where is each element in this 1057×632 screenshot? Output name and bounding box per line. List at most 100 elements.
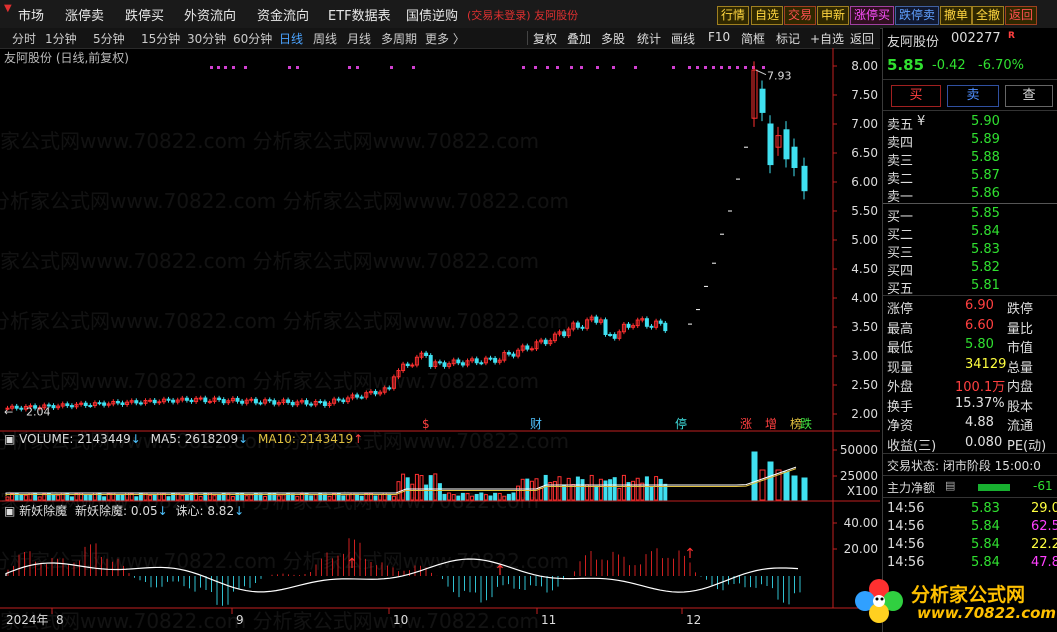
period-monthly[interactable]: 月线 — [347, 30, 371, 47]
price-change-pct: -6.70% — [978, 58, 1024, 73]
volume-bar — [759, 469, 766, 501]
volume-unit: X100 — [847, 484, 878, 498]
indicator-label2: 诛心: — [175, 504, 204, 518]
volume-bar — [575, 476, 580, 501]
kline-candle — [253, 398, 258, 404]
btn-quote[interactable]: 行情 — [717, 6, 750, 25]
period-weekly[interactable]: 周线 — [313, 30, 337, 47]
volume-bar — [359, 495, 364, 501]
stat-label: 涨停 — [887, 302, 914, 317]
tick-volume: 47.8 — [1031, 555, 1057, 570]
signal-dot — [210, 66, 213, 69]
kline-chart[interactable]: 分析家公式网www.70822.com 分析家公式网www.70822.com 分… — [0, 48, 880, 632]
menu-etf-table[interactable]: ETF数据表 — [328, 5, 391, 24]
period-multi[interactable]: 多周期 — [381, 30, 417, 47]
stat-label-2: 跌停 — [1007, 302, 1034, 317]
date-label: 2024年 — [6, 613, 49, 627]
kline-candle — [603, 319, 608, 335]
price-tick-label: 6.00 — [851, 175, 878, 189]
period-1min[interactable]: 1分钟 — [45, 30, 77, 47]
tool-overlay[interactable]: 叠加 — [567, 30, 591, 47]
volume-bar — [442, 493, 447, 501]
tool-draw[interactable]: 画线 — [671, 30, 695, 47]
currency-icon: ¥ — [917, 114, 926, 129]
tick-time: 14:56 — [887, 519, 925, 534]
menu-fund-flow[interactable]: 资金流向 — [257, 5, 309, 24]
btn-limit-up-buy[interactable]: 涨停买 — [850, 6, 895, 25]
kline-candle — [152, 399, 157, 404]
kline-candle — [341, 399, 346, 403]
volume-bar — [791, 475, 798, 501]
watermark-text: 分析家公式网www.70822.com 分析家公式网www.70822.com — [0, 249, 539, 273]
period-30min[interactable]: 30分钟 — [187, 30, 226, 47]
period-more[interactable]: 更多 〉 — [425, 30, 465, 47]
signal-dot — [356, 66, 359, 69]
volume-bar — [617, 487, 622, 501]
kline-candle — [387, 387, 392, 390]
menu-foreign-flow[interactable]: 外资流向 — [184, 5, 236, 24]
tool-f10[interactable]: F10 — [708, 30, 730, 44]
kline-candle — [217, 397, 222, 401]
signal-dot — [570, 66, 573, 69]
volume-bar — [166, 496, 171, 501]
period-timeshare[interactable]: 分时 — [12, 30, 36, 47]
query-button[interactable]: 查 — [1005, 85, 1053, 107]
btn-new-ipo[interactable]: 申新 — [817, 6, 850, 25]
price-tick-label: 2.00 — [851, 407, 878, 421]
buy-button[interactable]: 买 — [891, 85, 941, 107]
volume-bar — [69, 496, 74, 501]
kline-candle — [157, 401, 162, 404]
signal-dot — [596, 66, 599, 69]
btn-trade[interactable]: 交易 — [784, 6, 817, 25]
btn-limit-down-sell[interactable]: 跌停卖 — [895, 6, 940, 25]
volume-bar — [598, 478, 603, 501]
tool-mark[interactable]: 标记 — [776, 30, 800, 47]
volume-bar — [580, 479, 585, 501]
volume-bar — [387, 493, 392, 501]
period-60min[interactable]: 60分钟 — [233, 30, 272, 47]
btn-back-top[interactable]: 返回 — [1005, 6, 1038, 25]
signal-dot — [534, 66, 537, 69]
tool-add-watchlist[interactable]: +自选 — [810, 30, 844, 47]
menu-market[interactable]: 市场 — [18, 5, 44, 24]
trade-login-note[interactable]: (交易未登录) 友阿股份 — [467, 7, 578, 23]
period-5min[interactable]: 5分钟 — [93, 30, 125, 47]
kline-candle — [51, 405, 56, 409]
kline-candle — [83, 402, 88, 407]
volume-bar — [355, 493, 360, 501]
ask-label: 卖四 — [887, 136, 914, 151]
tool-back[interactable]: 返回 — [850, 30, 874, 47]
main-flow-icon[interactable]: ▤ — [945, 479, 955, 492]
tool-simple-frame[interactable]: 简框 — [741, 30, 765, 47]
kline-candle — [309, 403, 314, 406]
price-tick-label: 5.00 — [851, 233, 878, 247]
period-15min[interactable]: 15分钟 — [141, 30, 180, 47]
tick-time: 14:56 — [887, 537, 925, 552]
watermark-text: 分析家公式网www.70822.com 分析家公式网www.70822.com — [0, 369, 539, 393]
menu-limit-up-sell[interactable]: 涨停卖 — [65, 5, 104, 24]
btn-watchlist[interactable]: 自选 — [751, 6, 784, 25]
divider — [883, 203, 1057, 204]
signal-dot — [672, 66, 675, 69]
period-daily[interactable]: 日线 — [279, 30, 303, 47]
btn-cancel-all[interactable]: 全撤 — [972, 6, 1005, 25]
tool-multi-stock[interactable]: 多股 — [601, 30, 625, 47]
kline-candle — [235, 397, 240, 402]
buy-signal-arrow: ↑ — [684, 546, 696, 562]
volume-bar — [134, 496, 139, 501]
kline-candle — [474, 358, 479, 364]
sell-button[interactable]: 卖 — [947, 85, 999, 107]
volume-bar — [456, 495, 461, 501]
tool-adjust[interactable]: 复权 — [533, 30, 557, 47]
menu-reverse-repo[interactable]: 国债逆购 — [406, 5, 458, 24]
kline-candle — [410, 364, 415, 367]
menu-limit-down-buy[interactable]: 跌停买 — [125, 5, 164, 24]
app-icon: ▼ — [4, 3, 12, 14]
tool-stats[interactable]: 统计 — [637, 30, 661, 47]
ask-price: 5.86 — [971, 186, 1000, 201]
signal-dot — [704, 66, 707, 69]
btn-cancel-order[interactable]: 撤单 — [940, 6, 973, 25]
volume-bar — [621, 474, 626, 501]
signal-dot — [556, 66, 559, 69]
kline-candle — [506, 352, 511, 355]
